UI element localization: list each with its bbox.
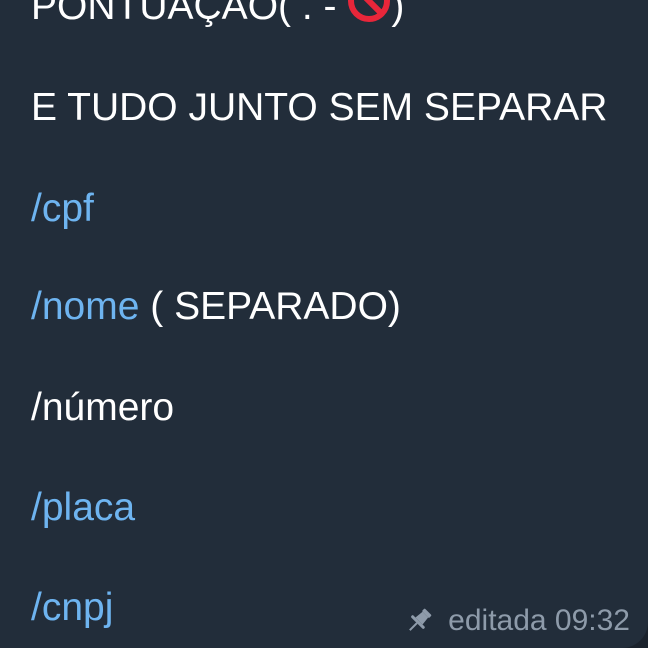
message-bubble: PONTUAÇÃO( . - ) E TUDO JUNTO SEM SEPARA… xyxy=(0,0,648,648)
no-entry-icon xyxy=(347,0,391,30)
message-meta: editada 09:32 xyxy=(404,603,630,639)
punctuation-line: PONTUAÇÃO( . - ) xyxy=(31,0,404,30)
punctuation-text: PONTUAÇÃO( . - xyxy=(31,0,348,28)
placa-command-link[interactable]: /placa xyxy=(31,488,135,527)
nome-command-link[interactable]: /nome xyxy=(31,285,139,328)
pin-icon xyxy=(404,606,434,636)
edited-timestamp: editada 09:32 xyxy=(448,604,630,637)
cpf-command-link[interactable]: /cpf xyxy=(31,189,94,228)
numero-text: /número xyxy=(31,386,175,429)
nome-line: /nome ( SEPARADO) xyxy=(31,287,401,326)
punctuation-close: ) xyxy=(391,0,405,28)
nome-suffix: ( SEPARADO) xyxy=(139,285,401,328)
cnpj-command-link[interactable]: /cnpj xyxy=(31,588,113,627)
instruction-line: E TUDO JUNTO SEM SEPARAR xyxy=(31,86,608,129)
